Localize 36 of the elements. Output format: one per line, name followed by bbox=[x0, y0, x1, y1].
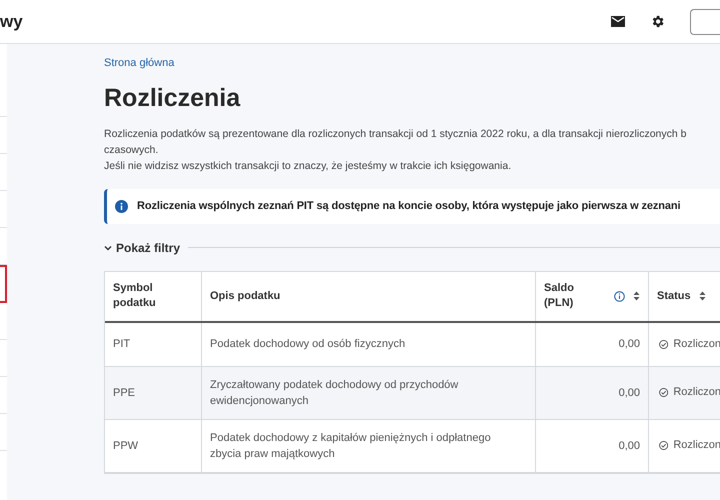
page-title: Rozliczenia bbox=[104, 82, 242, 114]
table-cell: PIT bbox=[105, 322, 202, 366]
check-circle-icon bbox=[659, 387, 668, 398]
sort-icon[interactable] bbox=[633, 291, 640, 301]
table-cell: Podatek dochodowy od osób fizycznych bbox=[202, 322, 536, 366]
table-cell: 0,00 bbox=[536, 420, 649, 472]
sidebar-item[interactable] bbox=[0, 265, 7, 303]
intro-text: czasowych. bbox=[104, 142, 160, 158]
sort-icon[interactable] bbox=[698, 291, 706, 301]
filters-toggle[interactable]: Pokaż filtry bbox=[104, 238, 180, 256]
column-header[interactable]: Saldo (PLN) bbox=[536, 272, 649, 320]
settings-icon[interactable] bbox=[650, 14, 665, 29]
table-cell: 0,00 bbox=[536, 366, 649, 418]
table-cell: Podatek dochodowy z kapitałów pieniężnych i odpłatnego zbycia praw majątkowych bbox=[202, 420, 536, 472]
info-icon[interactable] bbox=[614, 290, 625, 302]
info-text: Rozliczenia wspólnych zeznań PIT są dostępne na koncie osoby, która występuje jako pierwsza w zeznani bbox=[137, 198, 681, 214]
status-text: Rozliczon bbox=[673, 336, 720, 352]
table-cell: PPW bbox=[105, 420, 202, 472]
table-cell: PPE bbox=[105, 366, 202, 418]
table-cell: 0,00 bbox=[536, 322, 649, 366]
input-field[interactable] bbox=[690, 8, 720, 34]
status-text: Rozliczon bbox=[673, 385, 720, 400]
intro-text: Jeśli nie widzisz wszystkich transakcji to znaczy, że jesteśmy w trakcie ich księgowania. bbox=[104, 158, 512, 174]
breadcrumb-link[interactable]: Strona główna bbox=[104, 55, 174, 72]
table-cell: Zryczałtowany podatek dochodowy od przychodów ewidencjonowanych bbox=[202, 366, 536, 418]
column-header: Opis podatku bbox=[202, 272, 536, 320]
header-title: wy bbox=[0, 10, 23, 33]
check-circle-icon bbox=[659, 440, 668, 451]
chevron-icon bbox=[104, 244, 112, 250]
mail-icon[interactable] bbox=[611, 16, 625, 27]
column-header[interactable]: Status bbox=[649, 272, 720, 320]
info-icon bbox=[115, 200, 128, 212]
status-text: Rozliczon bbox=[673, 438, 720, 454]
check-circle-icon bbox=[659, 338, 668, 350]
intro-text: Rozliczenia podatków są prezentowane dla rozliczonych transakcji od 1 stycznia 2022 roku, a dla transakcji nierozliczonych b bbox=[104, 126, 688, 142]
column-header: Symbol podatku bbox=[105, 272, 202, 320]
